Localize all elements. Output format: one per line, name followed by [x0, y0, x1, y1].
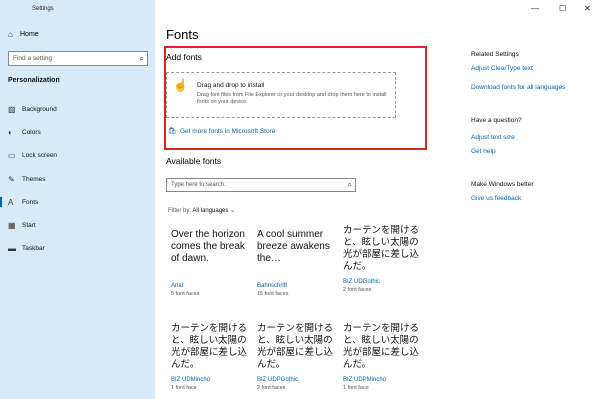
sidebar-item-taskbar[interactable]: ▬ Taskbar	[0, 240, 155, 256]
section-title: Personalization	[8, 77, 60, 84]
font-sample: カーテンを開けると、眩しい太陽の光が部屋に差し込んだ。	[171, 323, 248, 370]
font-sample: A cool summer breeze awakens the…	[257, 229, 330, 264]
taskbar-icon: ▬	[8, 243, 16, 253]
cleartype-link[interactable]: Adjust ClearType text	[471, 65, 533, 72]
sidebar-item-themes[interactable]: ✎ Themes	[0, 171, 155, 187]
start-icon: ▦	[8, 220, 16, 230]
sidebar-item-label: Background	[22, 105, 57, 113]
minimize-button[interactable]: —	[531, 4, 539, 13]
font-search-input[interactable]: Type here to search. ⌕	[166, 178, 356, 192]
font-icon: A	[8, 197, 14, 207]
home-icon: ⌂	[8, 30, 13, 39]
adjust-text-size-link[interactable]: Adjust text size	[471, 134, 515, 141]
font-card[interactable]: Over the horizon comes the break of dawn…	[171, 229, 256, 297]
get-help-link[interactable]: Get help	[471, 148, 496, 155]
home-label: Home	[20, 31, 39, 38]
main-content: — ☐ ✕ Fonts Add fonts ☝ Drag and drop to…	[155, 0, 600, 399]
store-link[interactable]: 🛍 Get more fonts in Microsoft Store	[168, 127, 276, 136]
drag-hand-icon: ☝	[173, 78, 188, 92]
font-name: BIZ UDPMincho	[343, 377, 387, 383]
filter-label: Filter by:	[168, 208, 192, 214]
font-faces-count: 2 font faces	[343, 287, 372, 293]
font-card[interactable]: カーテンを開けると、眩しい太陽の光が部屋に差し込んだ。 BIZ UDPMinch…	[343, 323, 428, 391]
brush-icon: ✎	[8, 174, 15, 184]
store-link-label: Get more fonts in Microsoft Store	[180, 127, 276, 135]
picture-icon: ▨	[8, 104, 16, 114]
sidebar: Settings ⌂ Home Find a setting ⌕ Persona…	[0, 0, 155, 399]
font-card[interactable]: A cool summer breeze awakens the… Bahnsc…	[257, 229, 342, 297]
question-title: Have a question?	[471, 117, 522, 124]
font-name: BIZ UDMincho	[171, 377, 211, 383]
font-faces-count: 15 font faces	[257, 291, 289, 297]
font-name: BIZ UDPGothic	[257, 377, 299, 383]
page-title: Fonts	[166, 27, 199, 42]
filter-value: All languages	[192, 208, 229, 214]
sidebar-item-label: Colors	[22, 128, 41, 136]
download-fonts-link[interactable]: Download fonts for all languages	[471, 84, 565, 91]
font-faces-count: 1 font face	[171, 385, 197, 391]
available-fonts-title: Available fonts	[166, 156, 222, 166]
related-settings-title: Related Settings	[471, 51, 519, 58]
sidebar-item-label: Start	[22, 221, 36, 229]
drop-zone-description: Drag font files from File Explorer or yo…	[197, 92, 387, 105]
sidebar-item-colors[interactable]: ◐ Colors	[0, 124, 155, 140]
font-sample: カーテンを開けると、眩しい太陽の光が部屋に差し込んだ。	[343, 323, 420, 370]
sidebar-item-background[interactable]: ▨ Background	[0, 101, 155, 117]
drop-zone-title: Drag and drop to install	[197, 82, 265, 89]
sidebar-item-label: Fonts	[22, 198, 39, 206]
make-windows-better-title: Make Windows better	[471, 181, 534, 188]
font-name: Bahnschrift	[257, 283, 288, 289]
maximize-button[interactable]: ☐	[559, 4, 566, 13]
font-search-placeholder: Type here to search.	[171, 182, 226, 188]
chevron-down-icon: ⌄	[230, 208, 236, 214]
app-title: Settings	[32, 6, 54, 12]
sidebar-item-label: Lock screen	[22, 151, 58, 159]
font-faces-count: 1 font face	[343, 385, 369, 391]
close-button[interactable]: ✕	[584, 4, 591, 13]
setting-search-placeholder: Find a setting	[13, 55, 53, 62]
lock-screen-icon: ▭	[8, 150, 16, 160]
font-sample: カーテンを開けると、眩しい太陽の光が部屋に差し込んだ。	[257, 323, 334, 370]
sidebar-item-label: Themes	[22, 175, 46, 183]
font-name: BIZ UDGothic	[343, 279, 381, 285]
font-card[interactable]: カーテンを開けると、眩しい太陽の光が部屋に差し込んだ。 BIZ UDGothic…	[343, 225, 428, 293]
font-faces-count: 2 font faces	[257, 385, 286, 391]
store-icon: 🛍	[168, 128, 177, 135]
font-card[interactable]: カーテンを開けると、眩しい太陽の光が部屋に差し込んだ。 BIZ UDPGothi…	[257, 323, 342, 391]
font-sample: カーテンを開けると、眩しい太陽の光が部屋に差し込んだ。	[343, 225, 420, 272]
sidebar-item-lock-screen[interactable]: ▭ Lock screen	[0, 147, 155, 163]
search-icon[interactable]: ⌕	[348, 180, 352, 190]
font-name: Arial	[171, 283, 184, 289]
home-nav-item[interactable]: ⌂ Home	[8, 30, 39, 39]
sidebar-item-fonts[interactable]: A Fonts	[0, 194, 155, 210]
sidebar-item-label: Taskbar	[22, 244, 45, 252]
language-filter[interactable]: Filter by: All languages ⌄	[168, 207, 235, 214]
add-fonts-title: Add fonts	[166, 52, 202, 62]
setting-search-input[interactable]: Find a setting ⌕	[8, 51, 148, 66]
font-faces-count: 5 font faces	[171, 291, 200, 297]
font-card[interactable]: カーテンを開けると、眩しい太陽の光が部屋に差し込んだ。 BIZ UDMincho…	[171, 323, 256, 391]
palette-icon: ◐	[8, 127, 13, 137]
feedback-link[interactable]: Give us feedback	[471, 195, 521, 202]
font-sample: Over the horizon comes the break of dawn…	[171, 229, 245, 264]
search-icon[interactable]: ⌕	[140, 54, 144, 64]
sidebar-item-start[interactable]: ▦ Start	[0, 217, 155, 233]
